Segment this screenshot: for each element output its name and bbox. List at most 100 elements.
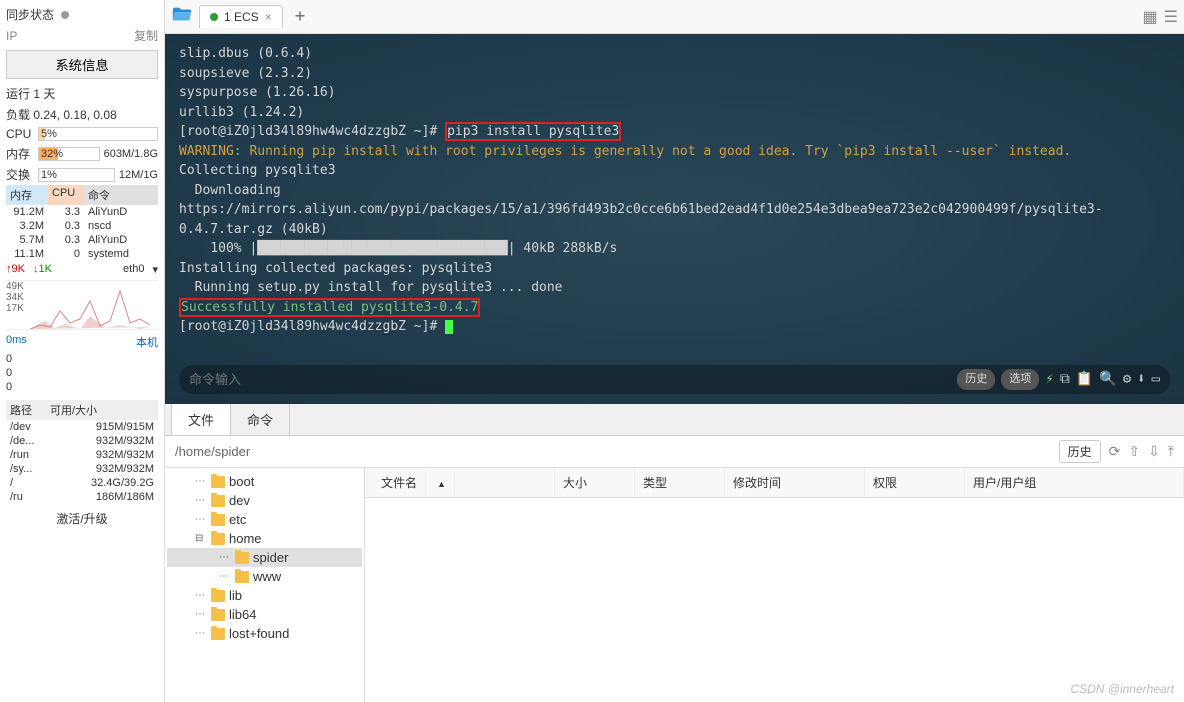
- disk-row[interactable]: /32.4G/39.2G: [6, 476, 158, 490]
- sync-dot-icon: [61, 11, 69, 19]
- term-line: syspurpose (1.26.16): [179, 83, 1170, 103]
- disk-row[interactable]: /de...932M/932M: [6, 434, 158, 448]
- bolt-icon[interactable]: ⚡: [1045, 369, 1053, 390]
- local-label[interactable]: 本机: [136, 334, 158, 350]
- col-type[interactable]: 类型: [635, 468, 725, 497]
- gear-icon[interactable]: ⚙: [1123, 369, 1131, 390]
- term-line: Installing collected packages: pysqlite3: [179, 259, 1170, 279]
- grid-view-icon[interactable]: ▦: [1143, 7, 1158, 27]
- sort-asc-icon: ▲: [429, 473, 455, 495]
- proc-hdr-mem[interactable]: 内存: [6, 185, 48, 205]
- tree-item[interactable]: ⋯lib: [167, 586, 362, 605]
- process-row[interactable]: 11.1M0systemd: [6, 247, 158, 261]
- swap-bar: 1%: [38, 168, 115, 182]
- tree-item[interactable]: ⋯www: [167, 567, 362, 586]
- term-success: Successfully installed pysqlite3-0.4.7: [179, 298, 1170, 318]
- term-prompt-line: [root@iZ0jld34l89hw4wc4dzzgbZ ~]#: [179, 317, 1170, 337]
- tree-item[interactable]: ⊟home: [167, 529, 362, 548]
- tree-item[interactable]: ⋯boot: [167, 472, 362, 491]
- term-line: Downloading https://mirrors.aliyun.com/p…: [179, 181, 1170, 240]
- system-info-button[interactable]: 系统信息: [6, 50, 158, 79]
- search-icon[interactable]: 🔍: [1099, 369, 1116, 390]
- folder-icon: [235, 552, 249, 564]
- file-list: 文件名▲ 大小 类型 修改时间 权限 用户/用户组: [365, 468, 1184, 702]
- chevron-down-icon[interactable]: ▾: [152, 263, 158, 276]
- tab-ecs[interactable]: 1 ECS ×: [199, 5, 283, 28]
- disk-hdr-path[interactable]: 路径: [6, 400, 46, 420]
- cpu-bar: 5%: [38, 127, 158, 141]
- folder-icon: [211, 514, 225, 526]
- term-line: urllib3 (1.24.2): [179, 103, 1170, 123]
- command-input[interactable]: [189, 372, 949, 387]
- net-interface[interactable]: eth0: [123, 263, 144, 276]
- tree-item[interactable]: ⋯dev: [167, 491, 362, 510]
- refresh-icon[interactable]: ⟳: [1109, 443, 1121, 460]
- load-text: 负载 0.24, 0.18, 0.08: [6, 104, 158, 125]
- col-name[interactable]: 文件名▲: [365, 468, 555, 497]
- fullscreen-icon[interactable]: ▭: [1152, 369, 1160, 390]
- file-tabs: 文件 命令: [165, 404, 1184, 436]
- sync-status-row: 同步状态: [6, 4, 158, 25]
- options-button[interactable]: 选项: [1001, 369, 1039, 390]
- net-row: ↑9K ↓1K eth0 ▾: [6, 261, 158, 278]
- upload-icon[interactable]: ⇧: [1128, 443, 1140, 460]
- term-warning: WARNING: Running pip install with root p…: [179, 142, 1170, 162]
- process-header: 内存 CPU 命令: [6, 185, 158, 205]
- disk-row[interactable]: /run932M/932M: [6, 448, 158, 462]
- tree-item[interactable]: ⋯spider: [167, 548, 362, 567]
- activate-link[interactable]: 激活/升级: [6, 504, 158, 533]
- term-line: Running setup.py install for pysqlite3 .…: [179, 278, 1170, 298]
- highlighted-command: pip3 install pysqlite3: [445, 122, 621, 141]
- path-history-button[interactable]: 历史: [1059, 440, 1101, 463]
- folder-open-icon[interactable]: [171, 4, 193, 29]
- proc-hdr-cmd[interactable]: 命令: [84, 185, 158, 205]
- disk-row[interactable]: /ru186M/186M: [6, 490, 158, 504]
- term-line: slip.dbus (0.6.4): [179, 44, 1170, 64]
- mem-row: 内存 32% 603M/1.8G: [6, 143, 158, 164]
- close-icon[interactable]: ×: [265, 10, 272, 24]
- mem-extra: 603M/1.8G: [104, 148, 158, 160]
- process-row[interactable]: 3.2M0.3nscd: [6, 219, 158, 233]
- mem-bar: 32%: [38, 147, 100, 161]
- process-row[interactable]: 91.2M3.3AliYunD: [6, 205, 158, 219]
- download-icon[interactable]: ⬇: [1137, 369, 1145, 390]
- disk-hdr-size[interactable]: 可用/大小: [46, 400, 158, 420]
- list-view-icon[interactable]: ☰: [1164, 7, 1178, 27]
- net-up: ↑9K: [6, 263, 25, 276]
- term-prompt-line: [root@iZ0jld34l89hw4wc4dzzgbZ ~]# pip3 i…: [179, 122, 1170, 142]
- tree-item[interactable]: ⋯lib64: [167, 605, 362, 624]
- ip-label: IP: [6, 29, 17, 43]
- tab-files[interactable]: 文件: [171, 403, 231, 435]
- terminal[interactable]: slip.dbus (0.6.4) soupsieve (2.3.2) sysp…: [165, 34, 1184, 404]
- tree-item[interactable]: ⋯lost+found: [167, 624, 362, 643]
- term-progress: 100% |████████████████████████████████| …: [179, 239, 1170, 259]
- disk-header: 路径 可用/大小: [6, 400, 158, 420]
- disk-row[interactable]: /sy...932M/932M: [6, 462, 158, 476]
- proc-hdr-cpu[interactable]: CPU: [48, 185, 84, 205]
- tree-item[interactable]: ⋯etc: [167, 510, 362, 529]
- col-perm[interactable]: 权限: [865, 468, 965, 497]
- latency-value: 0ms: [6, 334, 27, 350]
- folder-icon: [211, 495, 225, 507]
- copy-icon[interactable]: ⧉: [1060, 369, 1070, 390]
- cpu-row: CPU 5%: [6, 125, 158, 143]
- copy-button[interactable]: 复制: [134, 27, 158, 44]
- col-mtime[interactable]: 修改时间: [725, 468, 865, 497]
- folder-icon: [211, 628, 225, 640]
- col-owner[interactable]: 用户/用户组: [965, 468, 1184, 497]
- history-button[interactable]: 历史: [957, 369, 995, 390]
- folder-icon: [211, 590, 225, 602]
- folder-tree[interactable]: ⋯boot⋯dev⋯etc⊟home⋯spider⋯www⋯lib⋯lib64⋯…: [165, 468, 365, 702]
- folder-icon: [235, 571, 249, 583]
- upload-alt-icon[interactable]: ⤒: [1168, 443, 1174, 460]
- current-path[interactable]: /home/spider: [175, 444, 1051, 459]
- path-bar: /home/spider 历史 ⟳ ⇧ ⇩ ⤒: [165, 436, 1184, 468]
- paste-icon[interactable]: 📋: [1076, 369, 1093, 390]
- tab-commands[interactable]: 命令: [230, 403, 290, 435]
- chart-svg: [30, 281, 165, 329]
- process-row[interactable]: 5.7M0.3AliYunD: [6, 233, 158, 247]
- col-size[interactable]: 大小: [555, 468, 635, 497]
- download-icon[interactable]: ⇩: [1148, 443, 1160, 460]
- add-tab-button[interactable]: +: [289, 6, 312, 27]
- disk-row[interactable]: /dev915M/915M: [6, 420, 158, 434]
